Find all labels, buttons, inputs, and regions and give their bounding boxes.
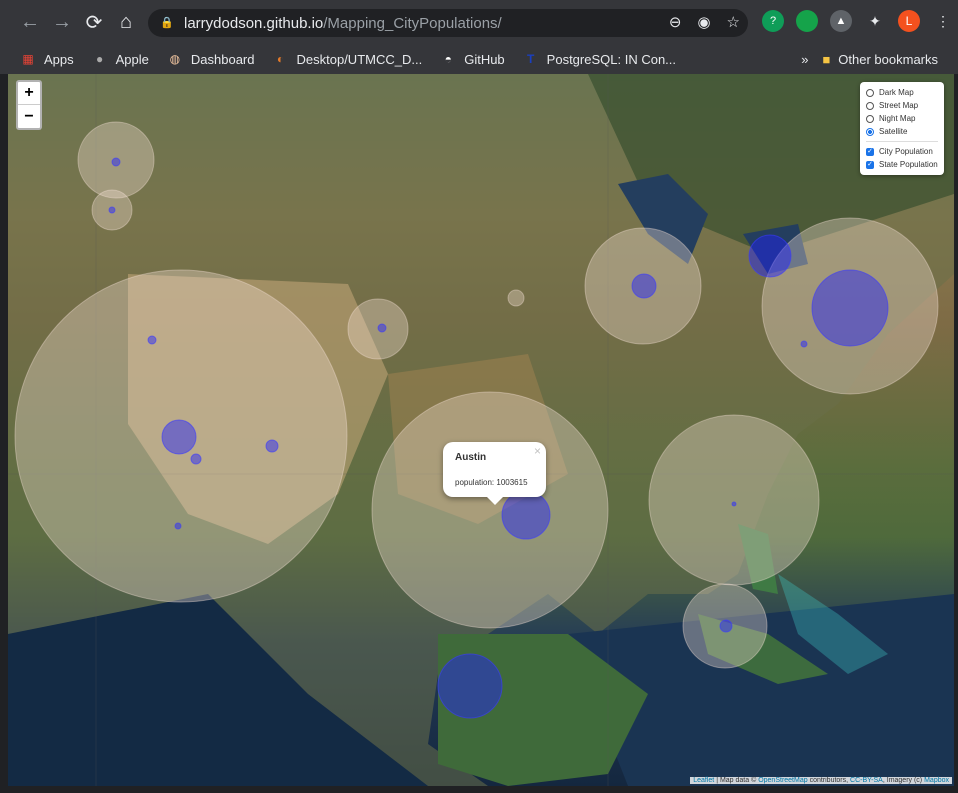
browser-toolbar: ← → ⟳ ⌂ 🔒 larrydodson.github.io /Mapping… <box>0 0 958 44</box>
city-popup: × Austin population: 1003615 <box>443 442 546 505</box>
url-path: /Mapping_CityPopulations/ <box>323 14 502 32</box>
city-circle-los-angeles[interactable] <box>161 419 197 455</box>
map-attribution: Leaflet | Map data © OpenStreetMap contr… <box>690 777 952 784</box>
osm-link[interactable]: OpenStreetMap <box>758 777 807 784</box>
lock-icon: 🔒 <box>160 17 174 29</box>
city-circle-baja[interactable] <box>174 522 182 530</box>
zoom-icon[interactable]: ⊖ <box>669 13 682 31</box>
popup-title: Austin <box>455 452 487 463</box>
extension-icon[interactable]: ? <box>762 10 784 32</box>
puzzle-icon[interactable]: ✦ <box>864 10 886 32</box>
apps-grid-icon: ▦ <box>22 52 34 66</box>
city-circle-new-york[interactable] <box>811 269 889 347</box>
city-circle-san-jose[interactable] <box>147 335 157 345</box>
browser-chrome: ← → ⟳ ⌂ 🔒 larrydodson.github.io /Mapping… <box>0 0 958 74</box>
bookmarks-bar: ▦ Apps ● Apple ◍ Dashboard ◐ Desktop/UTMCC_D… <box>0 44 958 74</box>
folder-icon: ■ <box>822 51 831 67</box>
checkbox-checked-icon[interactable]: ✓ <box>866 147 874 156</box>
bookmark-github[interactable]: ◓ GitHub <box>440 51 505 67</box>
radio-icon[interactable] <box>866 114 874 123</box>
grammarly-icon[interactable] <box>796 10 818 32</box>
city-circle-houston[interactable] <box>501 490 551 540</box>
radio-icon[interactable] <box>866 101 874 110</box>
city-circle-jacksonville[interactable] <box>731 501 737 507</box>
eye-off-icon[interactable]: ◉ <box>697 13 710 31</box>
base-layer-street[interactable]: Street Map <box>866 99 938 112</box>
city-circle-toronto[interactable] <box>748 234 792 278</box>
bookmark-dashboard[interactable]: ◍ Dashboard <box>167 51 255 67</box>
address-bar[interactable]: 🔒 larrydodson.github.io /Mapping_CityPop… <box>148 9 748 37</box>
state-circle-nebraska[interactable] <box>507 289 525 307</box>
forward-button[interactable]: → <box>46 6 78 38</box>
layer-divider <box>866 141 938 142</box>
popup-tip <box>487 497 503 505</box>
postgres-icon: T <box>527 52 535 66</box>
city-circle-mexico-city[interactable] <box>437 653 503 719</box>
home-button[interactable]: ⌂ <box>110 6 142 38</box>
radio-selected-icon[interactable] <box>866 127 874 136</box>
close-icon[interactable]: × <box>534 444 541 458</box>
city-circle-havana[interactable] <box>719 619 733 633</box>
other-bookmarks[interactable]: » ■ Other bookmarks <box>801 44 938 74</box>
checkbox-checked-icon[interactable]: ✓ <box>866 160 874 169</box>
profile-avatar[interactable]: L <box>898 10 920 32</box>
city-circle-phoenix[interactable] <box>265 439 279 453</box>
state-circle-texas[interactable] <box>371 391 609 629</box>
zoom-in-button[interactable]: + <box>18 82 40 105</box>
apple-icon: ● <box>96 52 104 66</box>
leaflet-link[interactable]: Leaflet <box>693 777 714 784</box>
city-circle-portland[interactable] <box>108 206 116 214</box>
base-layer-dark[interactable]: Dark Map <box>866 86 938 99</box>
zoom-out-button[interactable]: − <box>18 105 40 128</box>
base-layer-satellite[interactable]: Satellite <box>866 125 938 138</box>
city-circle-philadelphia[interactable] <box>800 340 808 348</box>
dashboard-icon: ◍ <box>169 52 181 66</box>
layer-control: Dark Map Street Map Night Map Satellite … <box>860 82 944 175</box>
menu-icon[interactable]: ⋮ <box>932 10 954 32</box>
chevron-right-icon[interactable]: » <box>801 52 808 67</box>
map-canvas <box>8 74 954 786</box>
url-host: larrydodson.github.io <box>184 14 324 32</box>
state-circle-florida[interactable] <box>648 414 820 586</box>
base-layer-night[interactable]: Night Map <box>866 112 938 125</box>
license-link[interactable]: CC-BY-SA <box>850 777 883 784</box>
overlay-city-population[interactable]: ✓ City Population <box>866 145 938 158</box>
city-circle-denver[interactable] <box>377 323 387 333</box>
utmcc-icon: ◐ <box>276 52 285 66</box>
drive-icon[interactable]: ▲ <box>830 10 852 32</box>
mapbox-link[interactable]: Mapbox <box>924 777 949 784</box>
city-circle-san-diego[interactable] <box>190 453 202 465</box>
city-circle-seattle[interactable] <box>111 157 121 167</box>
radio-icon[interactable] <box>866 88 874 97</box>
popup-body: population: 1003615 <box>455 478 528 487</box>
star-icon[interactable]: ☆ <box>727 13 740 31</box>
bookmark-apple[interactable]: ● Apple <box>92 51 149 67</box>
zoom-control: + − <box>16 80 42 130</box>
back-button[interactable]: ← <box>14 6 46 38</box>
bookmark-postgres[interactable]: T PostgreSQL: IN Con... <box>523 51 676 67</box>
bookmark-apps[interactable]: ▦ Apps <box>20 51 73 67</box>
overlay-state-population[interactable]: ✓ State Population <box>866 158 938 171</box>
city-circle-chicago[interactable] <box>631 273 657 299</box>
map-container[interactable]: + − Dark Map Street Map Night Map Satell… <box>8 74 954 786</box>
bookmark-utmcc[interactable]: ◐ Desktop/UTMCC_D... <box>273 51 422 67</box>
github-icon: ◓ <box>444 52 452 66</box>
reload-button[interactable]: ⟳ <box>78 6 110 38</box>
